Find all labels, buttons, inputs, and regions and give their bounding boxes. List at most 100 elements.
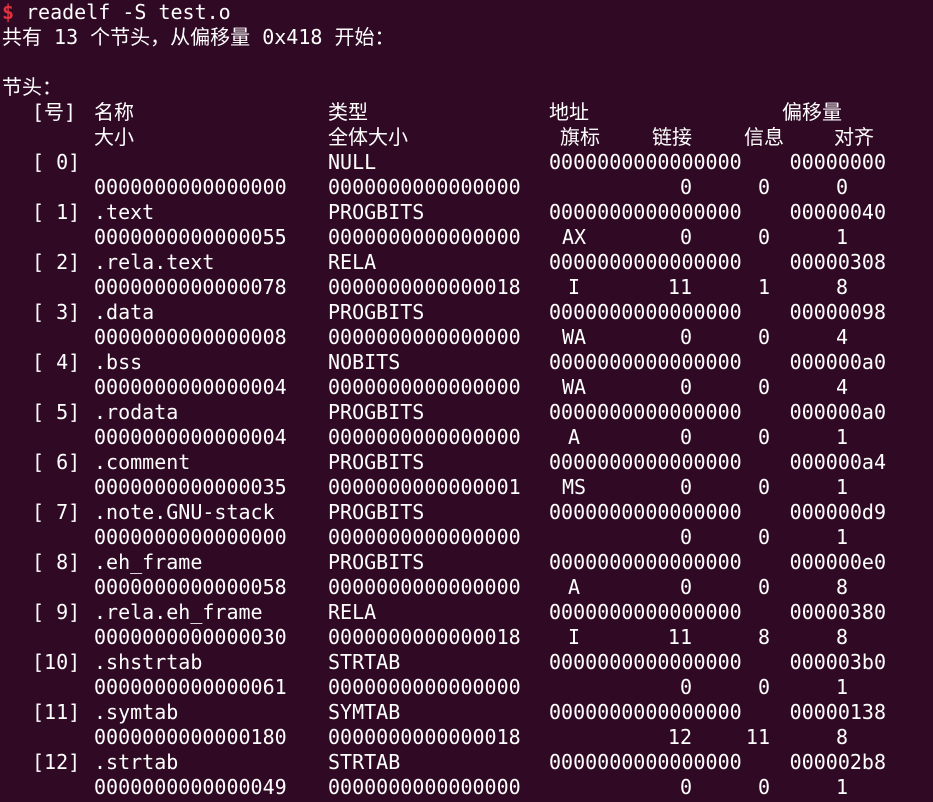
- section-link: 0: [679, 225, 692, 249]
- section-size: 0000000000000055: [94, 225, 287, 249]
- section-info: 0: [757, 475, 770, 499]
- section-address: 0000000000000000: [549, 450, 742, 474]
- section-row-detail: 0000000000000004 0000000000000000 WA 0 0 4: [0, 375, 933, 400]
- section-align: 1: [835, 775, 848, 799]
- section-entsize: 0000000000000001: [328, 475, 521, 499]
- section-type: STRTAB: [328, 650, 401, 674]
- header-offset: 偏移量: [782, 100, 842, 124]
- section-row-detail: 0000000000000061 0000000000000000 0 0 1: [0, 675, 933, 700]
- section-align: 1: [835, 525, 848, 549]
- section-type: NULL: [328, 150, 377, 174]
- section-offset: 000003b0: [789, 650, 886, 674]
- section-align: 1: [835, 225, 848, 249]
- section-type: PROGBITS: [328, 300, 425, 324]
- section-size: 0000000000000035: [94, 475, 287, 499]
- section-address: 0000000000000000: [549, 150, 742, 174]
- section-entsize: 0000000000000000: [328, 525, 521, 549]
- section-entsize: 0000000000000018: [328, 625, 521, 649]
- section-address: 0000000000000000: [549, 550, 742, 574]
- section-row: [11] .symtab SYMTAB 0000000000000000 0000013…: [0, 700, 933, 725]
- section-entsize: 0000000000000000: [328, 675, 521, 699]
- section-offset: 000000e0: [789, 550, 886, 574]
- section-name: .text: [94, 200, 155, 224]
- section-info: 11: [745, 725, 770, 749]
- section-entsize: 0000000000000018: [328, 275, 521, 299]
- section-row: [ 3] .data PROGBITS 0000000000000000 0000009…: [0, 300, 933, 325]
- section-num: [ 9]: [32, 600, 81, 624]
- section-name: .symtab: [94, 700, 179, 724]
- section-link: 12: [667, 725, 692, 749]
- section-name: .bss: [94, 350, 143, 374]
- section-address: 0000000000000000: [549, 300, 742, 324]
- section-row-detail: 0000000000000078 0000000000000018 I 11 1 8: [0, 275, 933, 300]
- section-type: SYMTAB: [328, 700, 401, 724]
- section-num: [ 5]: [32, 400, 81, 424]
- header-size: 大小: [94, 125, 134, 149]
- section-row: [ 7] .note.GNU-stack PROGBITS 0000000000000…: [0, 500, 933, 525]
- terminal-window[interactable]: $ readelf -S test.o 共有 13 个节头，从偏移量 0x418…: [0, 0, 933, 802]
- section-align: 8: [835, 725, 848, 749]
- header-info: 信息: [744, 125, 784, 149]
- header-link: 链接: [652, 125, 692, 149]
- section-num: [ 6]: [32, 450, 81, 474]
- command-text: readelf -S test.o: [26, 0, 231, 24]
- section-row: [ 4] .bss NOBITS 0000000000000000 000000a0: [0, 350, 933, 375]
- section-link: 0: [679, 675, 692, 699]
- section-num: [ 8]: [32, 550, 81, 574]
- section-address: 0000000000000000: [549, 750, 742, 774]
- section-offset: 000000d9: [789, 500, 886, 524]
- section-num: [ 0]: [32, 150, 81, 174]
- section-address: 0000000000000000: [549, 350, 742, 374]
- summary-line: 共有 13 个节头，从偏移量 0x418 开始：: [0, 25, 933, 50]
- section-address: 0000000000000000: [549, 400, 742, 424]
- section-address: 0000000000000000: [549, 250, 742, 274]
- section-flags: I: [567, 625, 581, 649]
- section-flags: WA: [561, 325, 587, 349]
- summary-text: 共有 13 个节头，从偏移量 0x418 开始：: [2, 25, 395, 49]
- section-align: 4: [835, 375, 848, 399]
- section-row: [ 5] .rodata PROGBITS 0000000000000000 00000…: [0, 400, 933, 425]
- section-offset: 00000040: [789, 200, 886, 224]
- section-link: 0: [679, 525, 692, 549]
- section-type: PROGBITS: [328, 500, 425, 524]
- section-entsize: 0000000000000000: [328, 375, 521, 399]
- section-flags: A: [567, 425, 581, 449]
- header-entsize: 全体大小: [328, 125, 408, 149]
- section-num: [ 7]: [32, 500, 81, 524]
- section-info: 0: [757, 175, 770, 199]
- section-row-detail: 0000000000000049 0000000000000000 0 0 1: [0, 775, 933, 800]
- command-line: $ readelf -S test.o: [0, 0, 933, 25]
- section-link: 0: [679, 775, 692, 799]
- section-align: 1: [835, 425, 848, 449]
- section-info: 8: [757, 625, 770, 649]
- section-address: 0000000000000000: [549, 650, 742, 674]
- section-address: 0000000000000000: [549, 700, 742, 724]
- section-size: 0000000000000030: [94, 625, 287, 649]
- section-row-detail: 0000000000000058 0000000000000000 A 0 0 8: [0, 575, 933, 600]
- section-info: 1: [757, 275, 770, 299]
- section-offset: 000000a0: [789, 400, 886, 424]
- section-row: [ 2] .rela.text RELA 0000000000000000 000003…: [0, 250, 933, 275]
- section-row-detail: 0000000000000000 0000000000000000 0 0 0: [0, 175, 933, 200]
- section-name: .eh_frame: [94, 550, 203, 574]
- section-info: 0: [757, 325, 770, 349]
- section-link: 11: [667, 625, 692, 649]
- section-type: PROGBITS: [328, 450, 425, 474]
- section-row: [ 6] .comment PROGBITS 0000000000000000 0000…: [0, 450, 933, 475]
- section-info: 0: [757, 425, 770, 449]
- section-row: [ 8] .eh_frame PROGBITS 0000000000000000 000…: [0, 550, 933, 575]
- section-row-detail: 0000000000000004 0000000000000000 A 0 0 1: [0, 425, 933, 450]
- section-type: RELA: [328, 250, 377, 274]
- section-flags: MS: [561, 475, 587, 499]
- section-align: 1: [835, 475, 848, 499]
- section-address: 0000000000000000: [549, 500, 742, 524]
- section-type: NOBITS: [328, 350, 401, 374]
- section-size: 0000000000000000: [94, 525, 287, 549]
- section-name: .rela.eh_frame: [94, 600, 263, 624]
- section-size: 0000000000000049: [94, 775, 287, 799]
- section-size: 0000000000000008: [94, 325, 287, 349]
- section-align: 1: [835, 675, 848, 699]
- section-offset: 00000138: [789, 700, 886, 724]
- section-entsize: 0000000000000000: [328, 425, 521, 449]
- section-link: 0: [679, 325, 692, 349]
